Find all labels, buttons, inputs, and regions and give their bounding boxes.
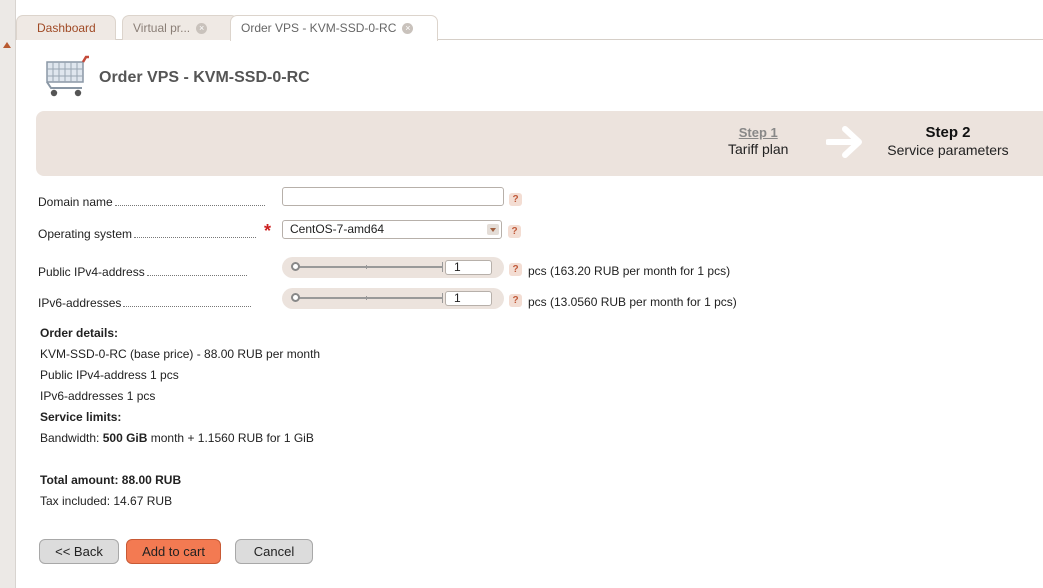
wizard-step-2: Step 2 Service parameters	[887, 124, 1009, 158]
tab-label: Order VPS - KVM-SSD-0-RC	[241, 21, 397, 35]
slider-tick	[366, 265, 367, 269]
os-row: Operating system * CentOS-7-amd64 ?	[38, 220, 1038, 248]
detail-bandwidth: Bandwidth: 500 GiB month + 1.1560 RUB fo…	[40, 431, 314, 445]
label-leader	[114, 196, 265, 206]
wizard-step-1[interactable]: Step 1 Tariff plan	[728, 125, 788, 157]
order-details-heading: Order details:	[40, 326, 119, 340]
slider-track[interactable]	[294, 266, 442, 268]
tab-dashboard[interactable]: Dashboard	[16, 15, 116, 40]
field-label: Domain name	[38, 194, 270, 210]
bandwidth-prefix: Bandwidth:	[40, 431, 103, 445]
ipv6-label: IPv6-addresses	[38, 296, 122, 310]
chevron-down-icon[interactable]	[487, 224, 499, 235]
cancel-button[interactable]: Cancel	[235, 539, 313, 564]
ipv6-quantity-input[interactable]: 1	[445, 291, 492, 306]
tab-label: Dashboard	[37, 21, 96, 35]
label-leader	[134, 228, 257, 238]
required-marker: *	[264, 221, 272, 241]
ipv4-label: Public IPv4-address	[38, 265, 145, 279]
ipv6-slider-container: 1	[282, 288, 504, 309]
slider-track[interactable]	[294, 297, 442, 299]
ipv6-row: IPv6-addresses 1 ? pcs (13.0560 RUB per …	[38, 288, 1038, 317]
domain-label: Domain name	[38, 195, 113, 209]
tab-label: Virtual pr...	[133, 21, 191, 35]
help-icon[interactable]: ?	[508, 225, 521, 238]
detail-ipv4: Public IPv4-address 1 pcs	[40, 368, 179, 382]
domain-name-input[interactable]	[282, 187, 504, 206]
service-limits-heading: Service limits:	[40, 410, 122, 424]
collapse-arrow-icon[interactable]	[3, 42, 11, 48]
domain-row: Domain name ?	[38, 187, 1038, 216]
help-icon[interactable]: ?	[509, 263, 522, 276]
field-label: Public IPv4-address	[38, 264, 270, 280]
bandwidth-value: 500 GiB	[102, 431, 148, 445]
ipv4-slider-container: 1	[282, 257, 504, 278]
detail-base-price: KVM-SSD-0-RC (base price) - 88.00 RUB pe…	[40, 347, 321, 361]
step-subtitle: Tariff plan	[728, 141, 789, 157]
back-button[interactable]: << Back	[39, 539, 119, 564]
shopping-cart-icon	[46, 55, 89, 97]
add-to-cart-button[interactable]: Add to cart	[126, 539, 221, 564]
os-select-value: CentOS-7-amd64	[290, 222, 385, 236]
ipv4-quantity-input[interactable]: 1	[445, 260, 492, 275]
step-label[interactable]: Step 1	[728, 125, 788, 140]
os-label: Operating system	[38, 227, 133, 241]
slider-end	[442, 293, 443, 303]
page-title: Order VPS - KVM-SSD-0-RC	[99, 69, 310, 86]
ipv4-slider-handle[interactable]	[291, 262, 300, 271]
total-amount: Total amount: 88.00 RUB	[40, 473, 182, 487]
slider-end	[442, 262, 443, 272]
os-select[interactable]: CentOS-7-amd64	[282, 220, 502, 239]
ipv4-price-text: pcs (163.20 RUB per month for 1 pcs)	[528, 264, 731, 278]
label-leader	[146, 266, 247, 276]
arrow-right-icon	[826, 126, 862, 158]
ipv4-row: Public IPv4-address 1 ? pcs (163.20 RUB …	[38, 257, 1038, 286]
close-icon[interactable]: ×	[402, 23, 414, 35]
tab-virtual-private[interactable]: Virtual pr... ×	[122, 15, 238, 40]
ipv6-price-text: pcs (13.0560 RUB per month for 1 pcs)	[528, 295, 737, 309]
help-icon[interactable]: ?	[509, 294, 522, 307]
step-label: Step 2	[925, 124, 971, 141]
step-subtitle: Service parameters	[887, 142, 1009, 158]
tab-bar: Dashboard Virtual pr...× > Order VPS - K…	[16, 0, 1043, 41]
field-label: Operating system	[38, 226, 270, 242]
ipv6-slider-handle[interactable]	[291, 293, 300, 302]
slider-tick	[366, 296, 367, 300]
label-leader	[123, 297, 252, 307]
tax-included: Tax included: 14.67 RUB	[40, 494, 173, 508]
tab-order-vps[interactable]: Order VPS - KVM-SSD-0-RC ×	[230, 15, 438, 41]
field-label: IPv6-addresses	[38, 295, 270, 311]
wizard-steps: Step 1 Tariff plan Step 2 Service parame…	[36, 111, 1043, 176]
help-icon[interactable]: ?	[509, 193, 522, 206]
close-icon[interactable]: ×	[196, 23, 208, 35]
bandwidth-suffix: month + 1.1560 RUB for 1 GiB	[147, 431, 314, 445]
left-gutter	[0, 0, 16, 588]
detail-ipv6: IPv6-addresses 1 pcs	[40, 389, 156, 403]
